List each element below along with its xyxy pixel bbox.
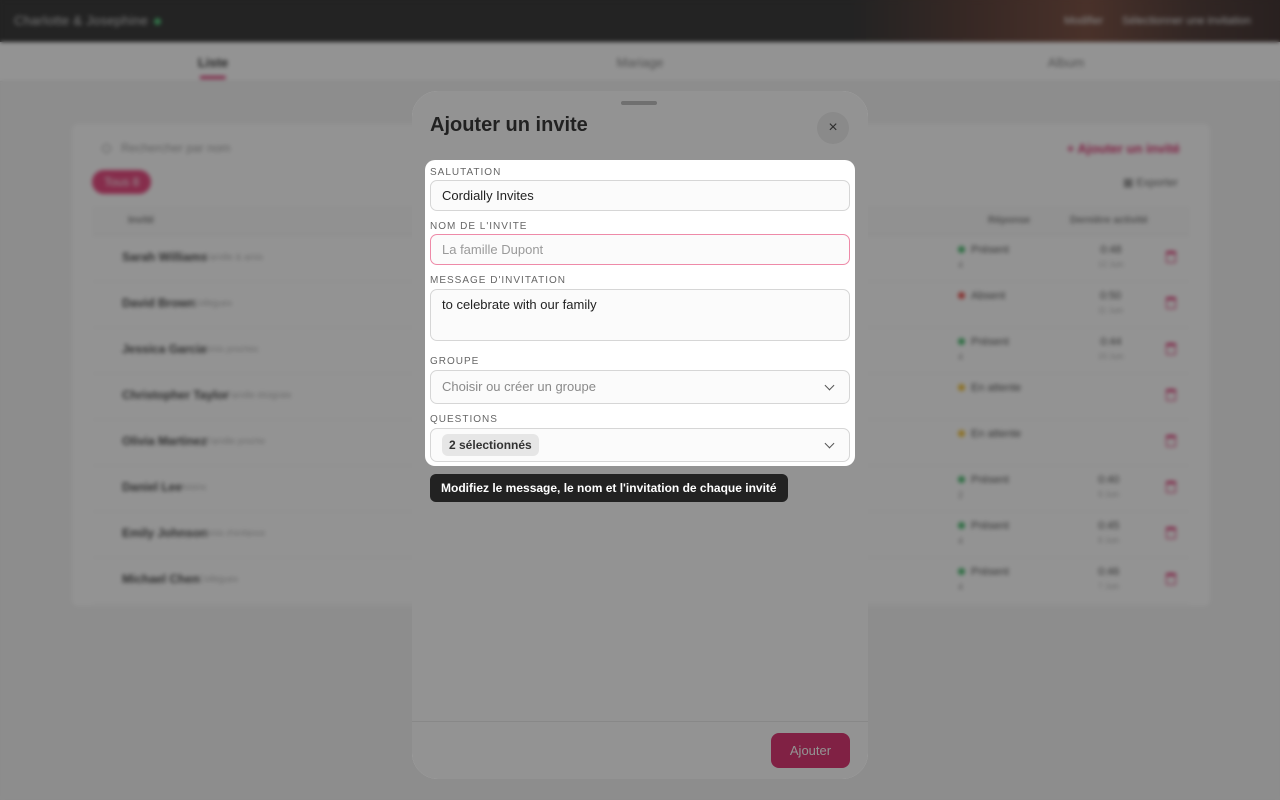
- questions-label: QUESTIONS: [430, 414, 498, 425]
- submit-button[interactable]: Ajouter: [771, 733, 850, 768]
- chevron-down-icon: [824, 380, 835, 391]
- tutorial-tooltip: Modifiez le message, le nom et l'invitat…: [430, 474, 788, 502]
- questions-select[interactable]: 2 sélectionnés: [430, 428, 850, 462]
- group-placeholder: Choisir ou créer un groupe: [442, 379, 596, 394]
- group-label: GROUPE: [430, 356, 480, 367]
- guest-name-label: NOM DE L'INVITE: [430, 221, 528, 232]
- group-select[interactable]: Choisir ou créer un groupe: [430, 370, 850, 404]
- footer-divider: [412, 721, 868, 722]
- salutation-label: SALUTATION: [430, 167, 502, 178]
- guest-name-field[interactable]: La famille Dupont: [430, 234, 850, 265]
- chevron-down-icon: [824, 438, 835, 449]
- message-label: MESSAGE D'INVITATION: [430, 275, 566, 286]
- guest-form: SALUTATION Cordially Invites NOM DE L'IN…: [425, 160, 855, 466]
- modal-title: Ajouter un invite: [430, 114, 588, 136]
- close-button[interactable]: ×: [817, 112, 849, 144]
- salutation-field[interactable]: Cordially Invites: [430, 180, 850, 211]
- questions-selected-chip: 2 sélectionnés: [442, 434, 539, 456]
- close-icon: ×: [828, 119, 838, 136]
- drag-handle[interactable]: [621, 101, 657, 105]
- message-textarea[interactable]: to celebrate with our family: [430, 289, 850, 341]
